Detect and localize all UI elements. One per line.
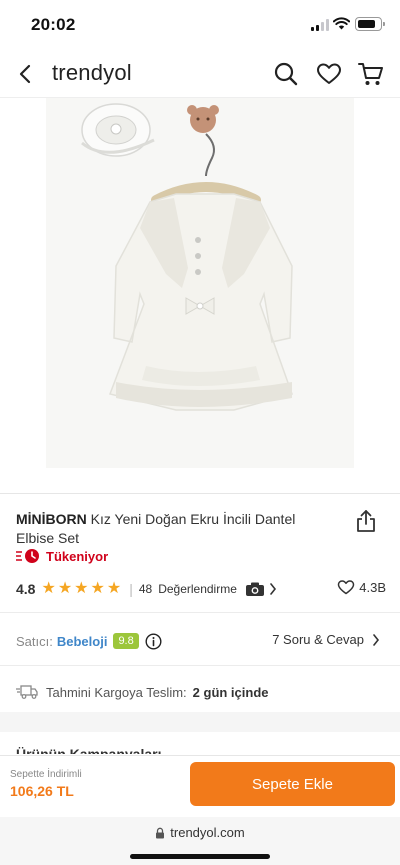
search-icon[interactable]	[272, 60, 300, 88]
cellular-signal-icon	[311, 19, 329, 31]
rating-row[interactable]: 4.8 ★ ★ ★ ★ ★ | 48 Değerlendirme 4.3B	[16, 578, 386, 600]
home-indicator[interactable]	[130, 854, 270, 859]
rating-separator: |	[129, 581, 133, 597]
info-icon[interactable]	[145, 632, 162, 650]
chevron-left-icon[interactable]	[14, 62, 38, 86]
chevron-right-icon[interactable]	[372, 633, 380, 646]
cart-discount-label: Sepette İndirimli	[10, 769, 82, 780]
product-gallery[interactable]	[0, 98, 400, 493]
campaigns-title: Ürünün Kampanyaları	[16, 746, 162, 754]
clock-icon	[16, 549, 39, 563]
favorite-count: 4.3B	[359, 579, 386, 595]
app-header: trendyol	[0, 50, 400, 98]
product-image[interactable]	[46, 98, 354, 468]
rating-value: 4.8	[16, 581, 36, 597]
seller-row: Satıcı: Bebeloji 9.8 7 Soru & Cevap	[16, 630, 384, 652]
favorite-counter[interactable]: 4.3B	[337, 579, 386, 595]
seller-name-link[interactable]: Bebeloji	[57, 634, 108, 649]
url-display[interactable]: trendyol.com	[0, 825, 400, 840]
stock-status-label: Tükeniyor	[46, 548, 109, 564]
gallery-divider	[0, 493, 400, 494]
star-icon: ★	[106, 580, 122, 597]
truck-icon	[16, 685, 38, 699]
product-title: MİNİBORN Kız Yeni Doğan Ekru İncili Dant…	[16, 510, 336, 548]
product-brand[interactable]: MİNİBORN	[16, 511, 87, 527]
brand-logo[interactable]: trendyol	[52, 60, 132, 86]
cart-price: 106,26 TL	[10, 783, 74, 799]
add-to-cart-button[interactable]: Sepete Ekle	[190, 762, 395, 806]
star-icon: ★	[57, 580, 73, 597]
section-divider	[0, 665, 400, 666]
heart-outline-icon[interactable]	[337, 579, 355, 595]
seller-score-badge: 9.8	[113, 633, 139, 649]
add-to-cart-bar: Sepette İndirimli 106,26 TL Sepete Ekle	[0, 755, 400, 817]
stock-status: Tükeniyor	[16, 547, 108, 565]
status-bar: 20:02	[0, 0, 400, 50]
heart-icon[interactable]	[315, 60, 343, 88]
share-icon[interactable]	[355, 509, 377, 533]
review-count[interactable]: 48	[139, 582, 152, 596]
cart-icon[interactable]	[357, 60, 385, 88]
wifi-icon	[333, 17, 350, 30]
lock-icon	[156, 827, 165, 838]
delivery-value: 2 gün içinde	[192, 684, 269, 700]
reviews-label[interactable]: Değerlendirme	[158, 582, 237, 596]
dress-illustration	[46, 98, 354, 468]
star-icon: ★	[90, 580, 105, 597]
star-icon: ★	[41, 580, 56, 597]
status-time: 20:02	[31, 15, 76, 34]
battery-icon	[355, 17, 385, 31]
rating-stars: ★ ★ ★ ★ ★	[41, 581, 121, 597]
delivery-row: Tahmini Kargoya Teslim: 2 gün içinde	[16, 681, 269, 703]
questions-answers-label[interactable]: 7 Soru & Cevap	[272, 632, 364, 647]
browser-url-bar[interactable]: trendyol.com	[0, 817, 400, 865]
chevron-right-icon[interactable]	[269, 583, 277, 595]
seller-label: Satıcı:	[16, 633, 53, 649]
questions-answers-link[interactable]: 7 Soru & Cevap	[272, 632, 380, 647]
delivery-label: Tahmini Kargoya Teslim:	[46, 684, 187, 700]
url-text[interactable]: trendyol.com	[170, 825, 244, 840]
camera-icon[interactable]	[245, 581, 265, 597]
section-spacer	[0, 712, 400, 732]
star-icon: ★	[74, 580, 89, 597]
section-divider	[0, 612, 400, 613]
